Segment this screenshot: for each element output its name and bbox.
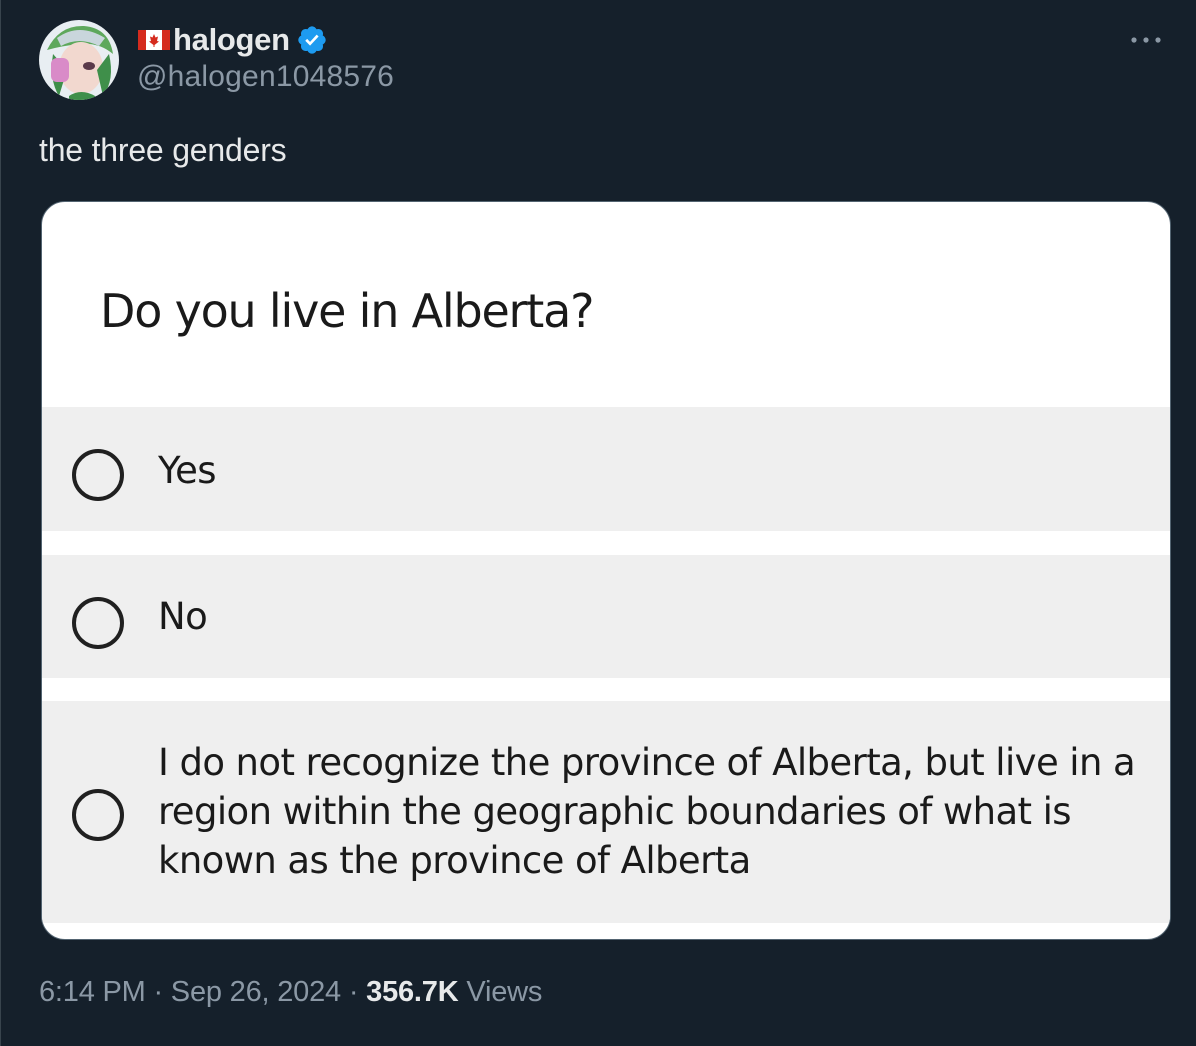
name-row: halogen — [137, 22, 394, 58]
radio-button-icon — [72, 597, 124, 649]
poll-option-label: No — [158, 595, 208, 638]
poll-option-label: Yes — [158, 449, 217, 492]
avatar[interactable] — [39, 20, 119, 100]
radio-button-icon — [72, 789, 124, 841]
tweet-meta: 6:14 PM · Sep 26, 2024 · 356.7K Views — [39, 976, 542, 1009]
poll-image-card[interactable]: Do you live in Alberta? Yes No I do not … — [41, 201, 1171, 940]
author-block: halogen @halogen1048576 — [137, 22, 394, 94]
poll-option-no: No — [42, 555, 1170, 678]
verified-badge-icon[interactable] — [296, 24, 328, 56]
tweet-time[interactable]: 6:14 PM — [39, 976, 146, 1008]
user-handle[interactable]: @halogen1048576 — [137, 60, 394, 94]
poll-question: Do you live in Alberta? — [100, 284, 594, 338]
display-name[interactable]: halogen — [173, 22, 290, 58]
more-horizontal-icon[interactable] — [1126, 30, 1166, 50]
tweet-date[interactable]: Sep 26, 2024 — [171, 976, 341, 1008]
poll-option-yes: Yes — [42, 407, 1170, 531]
meta-separator: · — [348, 976, 359, 1008]
poll-option-other: I do not recognize the province of Alber… — [42, 701, 1170, 923]
canada-flag-icon — [137, 27, 171, 53]
views-count[interactable]: 356.7K — [366, 976, 459, 1008]
avatar-image — [39, 20, 119, 100]
poll-option-label: I do not recognize the province of Alber… — [158, 741, 1136, 882]
meta-separator: · — [153, 976, 163, 1008]
tweet: halogen @halogen1048576 the three gender… — [0, 0, 1196, 1046]
tweet-text: the three genders — [39, 132, 287, 168]
views-label: Views — [466, 976, 543, 1008]
radio-button-icon — [72, 449, 124, 501]
